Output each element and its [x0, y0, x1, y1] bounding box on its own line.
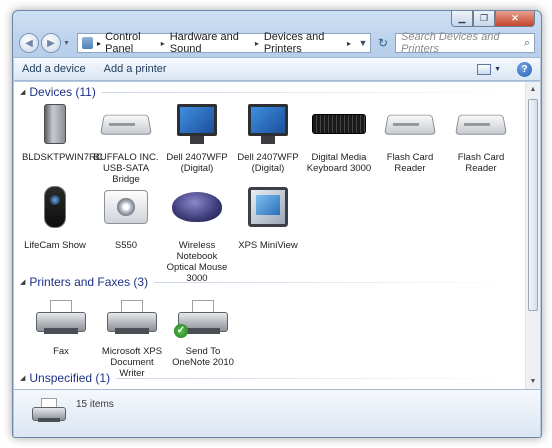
printer-icon: [107, 300, 157, 334]
device-item[interactable]: Flash Card Reader: [448, 100, 514, 174]
search-placeholder: Search Devices and Printers: [401, 31, 500, 55]
printer-item[interactable]: Fax: [28, 292, 94, 357]
device-label: BLDSKTPWIN7RC: [22, 152, 103, 163]
device-item[interactable]: Wireless Notebook Optical Mouse 3000: [164, 178, 230, 284]
camera-icon: [104, 190, 148, 224]
device-item[interactable]: Dell 2407WFP (Digital): [164, 100, 230, 174]
close-button[interactable]: ✕: [495, 11, 535, 27]
device-item[interactable]: BLDSKTPWIN7RC: [22, 100, 103, 163]
card-reader-icon: [454, 114, 508, 135]
device-item[interactable]: LifeCam Show: [22, 178, 88, 251]
device-label: Flash Card Reader: [386, 152, 434, 174]
back-arrow-icon: ◀: [25, 37, 33, 49]
monitor-icon: [177, 104, 217, 136]
breadcrumb-label: Control Panel: [105, 31, 141, 55]
details-pane: 15 items: [14, 389, 540, 437]
monitor-stand: [190, 136, 204, 144]
group-divider: [101, 91, 520, 93]
monitor-icon: [248, 104, 288, 136]
device-item[interactable]: Digital Media Keyboard 3000: [306, 100, 372, 174]
control-panel-icon: [82, 37, 94, 49]
search-icon[interactable]: ⌕: [524, 37, 530, 50]
breadcrumb-label: Devices and Printers: [263, 31, 325, 55]
device-item[interactable]: BUFFALO INC. USB-SATA Bridge: [93, 100, 159, 185]
caption-buttons: ▁ ❐ ✕: [451, 11, 535, 27]
breadcrumb-chevron-icon[interactable]: ▸: [161, 39, 165, 48]
navigation-bar: ◀ ▶ ▼ ▸ Control Panel ▸ Hardware and Soun…: [19, 31, 535, 55]
device-item[interactable]: S550: [93, 178, 159, 251]
scroll-up-icon[interactable]: ▲: [526, 82, 540, 97]
monitor-stand: [261, 136, 275, 144]
device-label: Flash Card Reader: [457, 152, 505, 174]
breadcrumb-chevron-icon[interactable]: ▸: [255, 39, 259, 48]
webcam-icon: [44, 186, 66, 228]
device-item[interactable]: Dell 2407WFP (Digital): [235, 100, 301, 174]
group-header-printers[interactable]: ◢ Printers and Faxes (3): [20, 275, 520, 289]
device-label: Dell 2407WFP (Digital): [237, 152, 299, 174]
address-chevron-icon[interactable]: ▸: [97, 39, 101, 48]
maximize-button[interactable]: ❐: [473, 11, 495, 27]
device-label: LifeCam Show: [24, 240, 86, 251]
device-label: Digital Media Keyboard 3000: [306, 152, 372, 174]
printer-label: Send To OneNote 2010: [172, 346, 234, 368]
breadcrumb-label: Hardware and Sound: [169, 31, 239, 55]
computer-tower-icon: [44, 104, 66, 144]
search-input[interactable]: Search Devices and Printers ⌕: [395, 31, 535, 55]
scroll-down-icon[interactable]: ▼: [526, 374, 540, 389]
printer-item[interactable]: Microsoft XPS Document Writer: [99, 292, 165, 379]
group-divider: [116, 377, 520, 379]
breadcrumb-chevron-icon[interactable]: ▸: [347, 39, 351, 48]
address-bar[interactable]: ▸ Control Panel ▸ Hardware and Sound ▸ Dev…: [77, 31, 371, 55]
group-label: Unspecified (1): [29, 371, 111, 385]
breadcrumb-control-panel[interactable]: Control Panel ▸: [105, 31, 165, 55]
minimize-button[interactable]: ▁: [451, 11, 473, 27]
item-count: 15 items: [76, 399, 114, 410]
group-header-unspecified[interactable]: ◢ Unspecified (1): [20, 371, 520, 385]
group-divider: [154, 281, 520, 283]
scrollbar-thumb[interactable]: [528, 99, 538, 311]
mouse-icon: [172, 192, 222, 222]
collapse-triangle-icon[interactable]: ◢: [20, 278, 25, 286]
display-icon: [248, 187, 288, 227]
device-label: S550: [114, 240, 138, 251]
devices-view: ◢ Devices (11) BLDSKTPWIN7RC BUFFALO INC…: [14, 82, 540, 389]
forward-button[interactable]: ▶: [41, 33, 61, 53]
command-bar: Add a device Add a printer ▼ ?: [14, 57, 540, 81]
add-device-button[interactable]: Add a device: [22, 63, 86, 75]
device-label: XPS MiniView: [238, 240, 298, 251]
external-drive-icon: [99, 114, 153, 135]
breadcrumb-devices-and-printers[interactable]: Devices and Printers ▸: [264, 31, 351, 55]
device-item[interactable]: Flash Card Reader: [377, 100, 443, 174]
breadcrumb-hardware-and-sound[interactable]: Hardware and Sound ▸: [170, 31, 259, 55]
recent-pages-dropdown[interactable]: ▼: [63, 40, 73, 47]
group-label: Devices (11): [29, 85, 96, 99]
vertical-scrollbar[interactable]: ▲ ▼: [525, 82, 540, 389]
group-header-devices[interactable]: ◢ Devices (11): [20, 85, 520, 99]
keyboard-icon: [312, 114, 366, 134]
printer-label: Fax: [53, 346, 69, 357]
back-button[interactable]: ◀: [19, 33, 39, 53]
card-reader-icon: [383, 114, 437, 135]
devices-printers-icon: [32, 398, 66, 430]
group-label: Printers and Faxes (3): [29, 275, 149, 289]
add-printer-button[interactable]: Add a printer: [104, 63, 167, 75]
view-options-dropdown-icon[interactable]: ▼: [494, 66, 501, 73]
default-checkmark-icon: ✓: [174, 324, 188, 338]
forward-arrow-icon: ▶: [47, 37, 55, 49]
explorer-window: ▁ ❐ ✕ ◀ ▶ ▼ ▸ Control Panel ▸ Hardware an…: [12, 10, 542, 438]
collapse-triangle-icon[interactable]: ◢: [20, 88, 25, 96]
change-view-icon[interactable]: [477, 63, 492, 75]
address-dropdown-icon[interactable]: ▼: [356, 38, 370, 48]
help-icon[interactable]: ?: [517, 61, 532, 77]
device-item[interactable]: XPS MiniView: [235, 178, 301, 251]
collapse-triangle-icon[interactable]: ◢: [20, 374, 25, 382]
printer-item[interactable]: ✓ Send To OneNote 2010: [170, 292, 236, 368]
refresh-button[interactable]: ↻: [375, 36, 391, 50]
refresh-icon: ↻: [377, 36, 389, 50]
printer-default-icon: ✓: [174, 300, 228, 338]
device-label: Dell 2407WFP (Digital): [166, 152, 228, 174]
fax-icon: [36, 300, 86, 334]
